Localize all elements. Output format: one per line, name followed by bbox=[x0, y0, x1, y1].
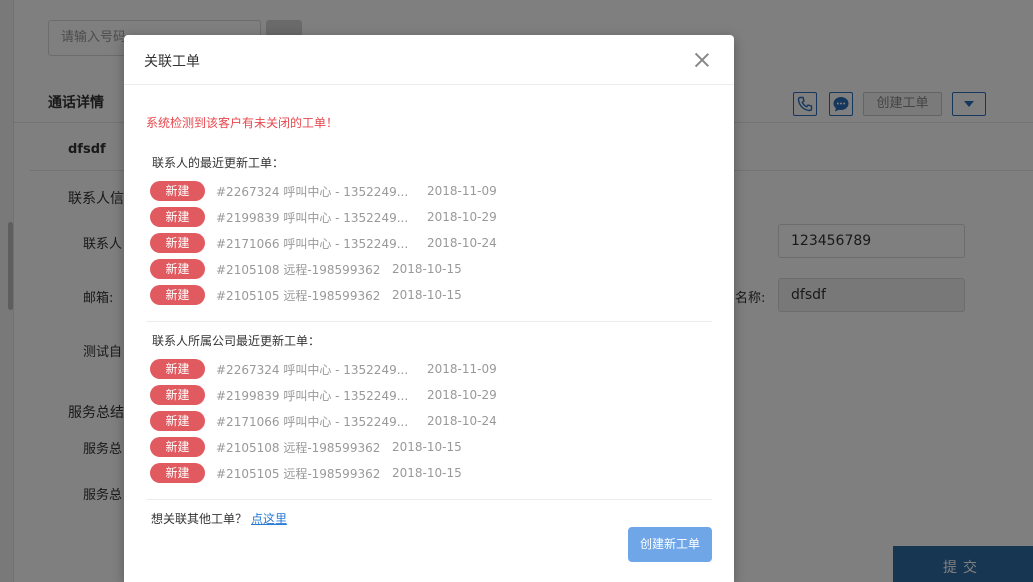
dialog-title: 关联工单 bbox=[144, 54, 200, 70]
ticket-date: 2018-10-29 bbox=[427, 210, 497, 224]
status-badge: 新建 bbox=[150, 207, 205, 227]
ticket-row[interactable]: 新建 #2105105 远程-198599362 2018-10-15 bbox=[150, 282, 497, 308]
create-new-ticket-button[interactable]: 创建新工单 bbox=[628, 527, 712, 562]
company-tickets-heading: 联系人所属公司最近更新工单： bbox=[152, 334, 321, 348]
link-other-prompt: 想关联其他工单？ 点这里 bbox=[151, 510, 287, 527]
ticket-title[interactable]: #2105105 远程-198599362 bbox=[216, 465, 392, 482]
company-ticket-list: 新建 #2267324 呼叫中心 - 1352249... 2018-11-09 新建… bbox=[150, 356, 497, 486]
ticket-date: 2018-10-24 bbox=[427, 236, 497, 250]
status-badge: 新建 bbox=[150, 259, 205, 279]
status-badge: 新建 bbox=[150, 411, 205, 431]
click-here-link[interactable]: 点这里 bbox=[251, 512, 287, 526]
ticket-row[interactable]: 新建 #2267324 呼叫中心 - 1352249... 2018-11-09 bbox=[150, 356, 497, 382]
ticket-title[interactable]: #2105108 远程-198599362 bbox=[216, 261, 392, 278]
status-badge: 新建 bbox=[150, 385, 205, 405]
ticket-row[interactable]: 新建 #2267324 呼叫中心 - 1352249... 2018-11-09 bbox=[150, 178, 497, 204]
link-other-question: 想关联其他工单？ bbox=[151, 512, 248, 526]
ticket-title[interactable]: #2267324 呼叫中心 - 1352249... bbox=[216, 361, 427, 378]
dialog-header: 关联工单 bbox=[124, 35, 734, 85]
ticket-date: 2018-10-29 bbox=[427, 388, 497, 402]
ticket-date: 2018-11-09 bbox=[427, 362, 497, 376]
ticket-date: 2018-10-15 bbox=[392, 440, 462, 454]
ticket-date: 2018-10-15 bbox=[392, 288, 462, 302]
ticket-date: 2018-10-24 bbox=[427, 414, 497, 428]
ticket-date: 2018-10-15 bbox=[392, 262, 462, 276]
status-badge: 新建 bbox=[150, 359, 205, 379]
ticket-row[interactable]: 新建 #2199839 呼叫中心 - 1352249... 2018-10-29 bbox=[150, 204, 497, 230]
ticket-title[interactable]: #2105105 远程-198599362 bbox=[216, 287, 392, 304]
ticket-title[interactable]: #2171066 呼叫中心 - 1352249... bbox=[216, 413, 427, 430]
ticket-title[interactable]: #2105108 远程-198599362 bbox=[216, 439, 392, 456]
divider bbox=[146, 321, 712, 322]
status-badge: 新建 bbox=[150, 437, 205, 457]
status-badge: 新建 bbox=[150, 181, 205, 201]
ticket-title[interactable]: #2171066 呼叫中心 - 1352249... bbox=[216, 235, 427, 252]
close-icon[interactable] bbox=[694, 52, 710, 68]
ticket-row[interactable]: 新建 #2171066 呼叫中心 - 1352249... 2018-10-24 bbox=[150, 230, 497, 256]
link-ticket-dialog: 关联工单 系统检测到该客户有未关闭的工单！ 联系人的最近更新工单： 新建 #226… bbox=[124, 35, 734, 582]
status-badge: 新建 bbox=[150, 233, 205, 253]
contact-ticket-list: 新建 #2267324 呼叫中心 - 1352249... 2018-11-09 新建… bbox=[150, 178, 497, 308]
ticket-row[interactable]: 新建 #2199839 呼叫中心 - 1352249... 2018-10-29 bbox=[150, 382, 497, 408]
divider bbox=[146, 499, 712, 500]
status-badge: 新建 bbox=[150, 285, 205, 305]
ticket-title[interactable]: #2199839 呼叫中心 - 1352249... bbox=[216, 387, 427, 404]
contact-tickets-heading: 联系人的最近更新工单： bbox=[152, 156, 285, 170]
ticket-title[interactable]: #2199839 呼叫中心 - 1352249... bbox=[216, 209, 427, 226]
ticket-row[interactable]: 新建 #2171066 呼叫中心 - 1352249... 2018-10-24 bbox=[150, 408, 497, 434]
ticket-date: 2018-11-09 bbox=[427, 184, 497, 198]
ticket-date: 2018-10-15 bbox=[392, 466, 462, 480]
ticket-row[interactable]: 新建 #2105105 远程-198599362 2018-10-15 bbox=[150, 460, 497, 486]
ticket-row[interactable]: 新建 #2105108 远程-198599362 2018-10-15 bbox=[150, 434, 497, 460]
open-ticket-warning: 系统检测到该客户有未关闭的工单！ bbox=[146, 116, 339, 130]
status-badge: 新建 bbox=[150, 463, 205, 483]
ticket-title[interactable]: #2267324 呼叫中心 - 1352249... bbox=[216, 183, 427, 200]
ticket-row[interactable]: 新建 #2105108 远程-198599362 2018-10-15 bbox=[150, 256, 497, 282]
